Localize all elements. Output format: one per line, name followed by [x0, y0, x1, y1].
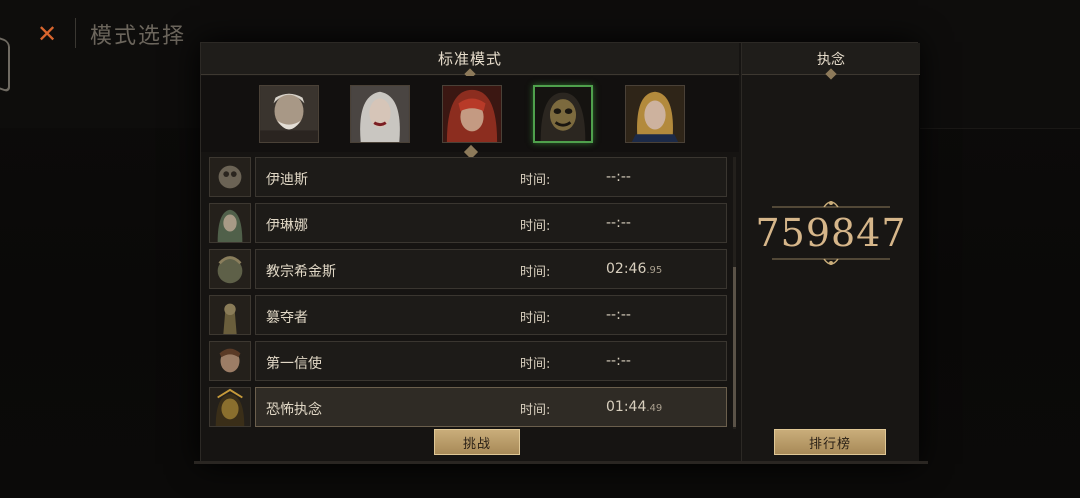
time-label: 时间: — [520, 311, 551, 326]
boss-bar: 教宗希金斯 时间: 02:46.95 — [255, 249, 727, 289]
mode-title: 标准模式 — [437, 50, 502, 68]
boss-avatar — [209, 157, 251, 197]
boss-avatar — [209, 203, 251, 243]
time-value: 02:46 — [606, 261, 647, 277]
mode-header: 标准模式 — [201, 43, 739, 80]
boss-time: 01:44.49 — [606, 399, 662, 415]
portrait-blonde-woman[interactable] — [625, 85, 685, 143]
boss-row[interactable]: 教宗希金斯 时间: 02:46.95 — [209, 249, 729, 289]
portrait-row — [201, 76, 739, 152]
boss-name: 伊迪斯 — [266, 172, 308, 188]
boss-row[interactable]: 篡夺者 时间: --:-- — [209, 295, 729, 335]
boss-avatar — [209, 387, 251, 427]
obsession-panel: 执念 759847 排行榜 — [741, 43, 920, 463]
boss-time: --:-- — [606, 169, 631, 185]
obsession-header: 执念 — [742, 43, 920, 80]
boss-list-scrollbar[interactable] — [733, 157, 736, 429]
boss-time: --:-- — [606, 215, 631, 231]
boss-name: 第一信使 — [266, 356, 322, 372]
portrait-masked-figure[interactable] — [533, 85, 593, 143]
boss-name: 教宗希金斯 — [266, 264, 336, 280]
portrait-red-hood-woman[interactable] — [442, 85, 502, 143]
boss-row[interactable]: 伊迪斯 时间: --:-- — [209, 157, 729, 197]
boss-avatar — [209, 341, 251, 381]
boss-time: --:-- — [606, 353, 631, 369]
score-ornament-top-icon — [772, 201, 890, 208]
obsession-title: 执念 — [817, 51, 845, 68]
mode-dialog: 标准模式 伊迪斯 时间: --:-- 伊琳娜 时间: --:-- 教宗希金斯 时… — [200, 42, 920, 464]
scrollbar-thumb[interactable] — [733, 267, 736, 427]
header-ornament-icon — [825, 68, 837, 80]
boss-time: 02:46.95 — [606, 261, 662, 277]
boss-name: 恐怖执念 — [266, 402, 322, 418]
time-label: 时间: — [520, 219, 551, 234]
boss-bar: 伊琳娜 时间: --:-- — [255, 203, 727, 243]
portrait-old-man[interactable] — [259, 85, 319, 143]
time-label: 时间: — [520, 403, 551, 418]
boss-name: 篡夺者 — [266, 310, 308, 326]
obsession-score: 759847 — [755, 211, 907, 255]
time-label: 时间: — [520, 357, 551, 372]
mode-panel: 标准模式 伊迪斯 时间: --:-- 伊琳娜 时间: --:-- 教宗希金斯 时… — [201, 43, 739, 463]
time-value: --:-- — [606, 307, 631, 323]
boss-name: 伊琳娜 — [266, 218, 308, 234]
boss-time: --:-- — [606, 307, 631, 323]
boss-avatar — [209, 295, 251, 335]
boss-row[interactable]: 伊琳娜 时间: --:-- — [209, 203, 729, 243]
close-button[interactable]: ✕ — [33, 20, 61, 48]
dialog-bottom-edge — [194, 461, 928, 464]
background-title: 模式选择 — [90, 24, 187, 49]
boss-bar: 篡夺者 时间: --:-- — [255, 295, 727, 335]
time-ms: .49 — [646, 403, 663, 414]
background-line — [920, 128, 1080, 129]
boss-avatar — [209, 249, 251, 289]
header-divider — [75, 18, 76, 48]
boss-row[interactable]: 第一信使 时间: --:-- — [209, 341, 729, 381]
boss-bar: 第一信使 时间: --:-- — [255, 341, 727, 381]
time-value: --:-- — [606, 215, 631, 231]
boss-bar: 恐怖执念 时间: 01:44.49 — [255, 387, 727, 427]
time-label: 时间: — [520, 265, 551, 280]
challenge-button[interactable]: 挑战 — [434, 429, 520, 455]
time-ms: .95 — [646, 265, 663, 276]
boss-list: 伊迪斯 时间: --:-- 伊琳娜 时间: --:-- 教宗希金斯 时间: 02… — [209, 157, 729, 429]
time-label: 时间: — [520, 173, 551, 188]
close-icon: ✕ — [36, 20, 58, 48]
time-value: 01:44 — [606, 399, 647, 415]
boss-row-selected[interactable]: 恐怖执念 时间: 01:44.49 — [209, 387, 729, 427]
score-ornament-bottom-icon — [772, 258, 890, 265]
time-value: --:-- — [606, 169, 631, 185]
time-value: --:-- — [606, 353, 631, 369]
portrait-silver-hair-woman[interactable] — [350, 85, 410, 143]
boss-bar: 伊迪斯 时间: --:-- — [255, 157, 727, 197]
leaderboard-button[interactable]: 排行榜 — [774, 429, 886, 455]
